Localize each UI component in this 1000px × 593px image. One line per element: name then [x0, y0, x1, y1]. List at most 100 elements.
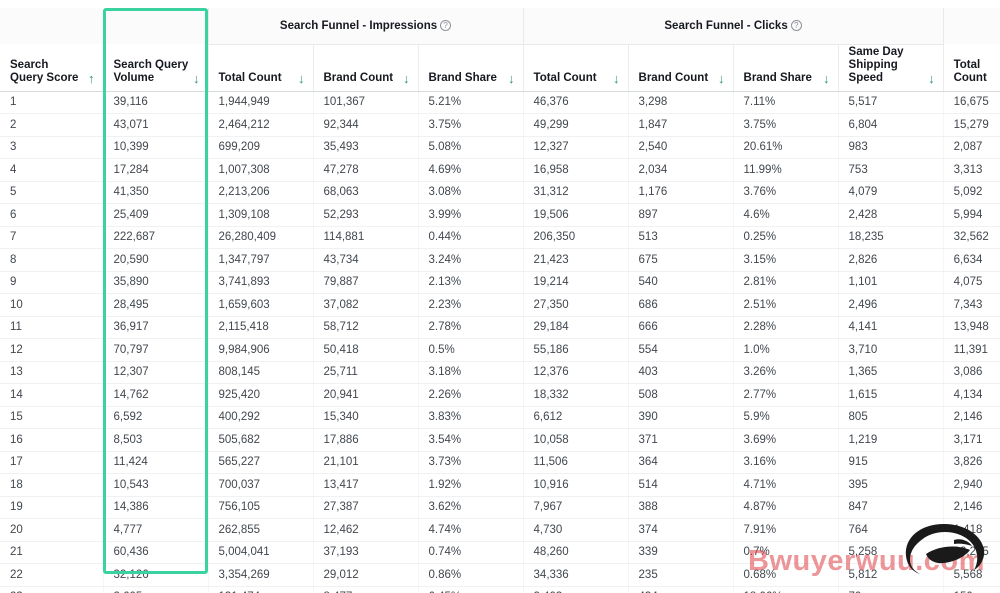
cell-r7-c2: 222,687 — [103, 226, 209, 249]
cell-r19-c2: 14,386 — [103, 496, 209, 519]
cell-r1-c1: 1 — [0, 91, 104, 114]
cell-r7-c1: 7 — [0, 226, 104, 249]
column-header-0[interactable]: Search Query Score ↑ — [0, 44, 104, 92]
cell-r4-c6: 16,958 — [523, 158, 629, 182]
table-row[interactable]: 11 36,917 2,115,418 58,712 2.78% 29,184 666 2.2… — [0, 316, 1000, 339]
cell-r1-c4: 101,367 — [313, 91, 419, 114]
table-row[interactable]: 19 14,386 756,105 27,387 3.62% 7,967 388 4.87% 8… — [0, 496, 1000, 519]
cell-r11-c10: 13,948 — [943, 316, 1000, 339]
arrow-down-icon[interactable]: ↓ — [508, 72, 515, 85]
arrow-down-icon[interactable]: ↓ — [823, 72, 830, 85]
arrow-down-icon[interactable]: ↓ — [613, 72, 620, 85]
cell-r21-c1: 21 — [0, 541, 104, 564]
table-row[interactable]: 22 32,126 3,354,269 29,012 0.86% 34,336 235 0.6… — [0, 563, 1000, 587]
cell-r7-c10: 32,562 — [943, 226, 1000, 249]
column-header-7[interactable]: Brand Share ↓ — [733, 44, 839, 92]
arrow-down-icon[interactable]: ↓ — [193, 72, 200, 85]
cell-r19-c6: 7,967 — [523, 496, 629, 519]
table-row[interactable]: 14 14,762 925,420 20,941 2.26% 18,332 508 2.77%… — [0, 383, 1000, 407]
cell-r15-c7: 390 — [628, 406, 734, 429]
table-row[interactable]: 7 222,687 26,280,409 114,881 0.44% 206,350 513… — [0, 226, 1000, 249]
cell-r2-c2: 43,071 — [103, 113, 209, 137]
help-circle-icon[interactable]: ? — [790, 19, 802, 31]
cell-r21-c8: 0.7% — [733, 541, 839, 564]
cell-r18-c7: 514 — [628, 473, 734, 497]
cell-r14-c9: 1,615 — [838, 383, 944, 407]
cell-r15-c10: 2,146 — [943, 406, 1000, 429]
table-row[interactable]: 4 17,284 1,007,308 47,278 4.69% 16,958 2,034 11… — [0, 158, 1000, 182]
table-row[interactable]: 3 10,399 699,209 35,493 5.08% 12,327 2,540 20.6… — [0, 136, 1000, 159]
column-header-label: Search Query Score — [10, 58, 79, 84]
group-header-label: Search Funnel - Clicks — [664, 19, 788, 32]
cell-r3-c4: 35,493 — [313, 136, 419, 159]
arrow-down-icon[interactable]: ↓ — [298, 72, 305, 85]
column-header-6[interactable]: Brand Count ↓ — [628, 44, 734, 92]
arrow-down-icon[interactable]: ↓ — [403, 72, 410, 85]
cell-r18-c1: 18 — [0, 473, 104, 497]
table-row[interactable]: 6 25,409 1,309,108 52,293 3.99% 19,506 897 4.6%… — [0, 203, 1000, 227]
cell-r18-c10: 2,940 — [943, 473, 1000, 497]
group-header-spacer — [0, 8, 209, 44]
cell-r13-c10: 3,086 — [943, 361, 1000, 384]
cell-r23-c1: 23 — [0, 586, 104, 593]
table-row[interactable]: 1 39,116 1,944,949 101,367 5.21% 46,376 3,298 7… — [0, 91, 1000, 114]
cell-r10-c6: 27,350 — [523, 293, 629, 317]
table-row[interactable]: 10 28,495 1,659,603 37,082 2.23% 27,350 686 2.5… — [0, 293, 1000, 317]
table-row[interactable]: 9 35,890 3,741,893 79,887 2.13% 19,214 540 2.81… — [0, 271, 1000, 294]
cell-r21-c6: 48,260 — [523, 541, 629, 564]
arrow-up-icon[interactable]: ↑ — [88, 72, 95, 85]
cell-r16-c2: 8,503 — [103, 428, 209, 452]
table-row[interactable]: 15 6,592 400,292 15,340 3.83% 6,612 390 5.9% 805… — [0, 406, 1000, 429]
table-row[interactable]: 232,605131,4748,4776.45%2,40343418.06%70… — [0, 586, 1000, 593]
cell-r20-c6: 4,730 — [523, 518, 629, 542]
table-row[interactable]: 18 10,543 700,037 13,417 1.92% 10,916 514 4.71%… — [0, 473, 1000, 497]
column-header-9[interactable]: Total Count — [943, 44, 1000, 92]
cell-r11-c2: 36,917 — [103, 316, 209, 339]
column-header-2[interactable]: Total Count ↓ — [208, 44, 314, 92]
cell-r4-c8: 11.99% — [733, 158, 839, 182]
cell-r12-c3: 9,984,906 — [208, 338, 314, 362]
table-row[interactable]: 13 12,307 808,145 25,711 3.18% 12,376 403 3.26%… — [0, 361, 1000, 384]
cell-r8-c5: 3.24% — [418, 248, 524, 272]
table-row[interactable]: 2 43,071 2,464,212 92,344 3.75% 49,299 1,847 3.… — [0, 113, 1000, 137]
cell-r14-c7: 508 — [628, 383, 734, 407]
column-header-8[interactable]: Same Day Shipping Speed ↓ — [838, 44, 944, 92]
cell-r13-c7: 403 — [628, 361, 734, 384]
cell-r23-c4: 8,477 — [313, 586, 419, 593]
cell-r21-c3: 5,004,041 — [208, 541, 314, 564]
cell-r19-c1: 19 — [0, 496, 104, 519]
column-header-5[interactable]: Total Count ↓ — [523, 44, 629, 92]
cell-r23-c2: 2,605 — [103, 586, 209, 593]
column-header-3[interactable]: Brand Count ↓ — [313, 44, 419, 92]
cell-r23-c9: 70 — [838, 586, 944, 593]
cell-r9-c10: 4,075 — [943, 271, 1000, 294]
cell-r9-c1: 9 — [0, 271, 104, 294]
cell-r18-c2: 10,543 — [103, 473, 209, 497]
help-circle-icon[interactable]: ? — [440, 19, 452, 31]
column-header-1[interactable]: Search Query Volume ↓ — [103, 44, 209, 92]
cell-r21-c7: 339 — [628, 541, 734, 564]
cell-r17-c9: 915 — [838, 451, 944, 474]
cell-r3-c3: 699,209 — [208, 136, 314, 159]
cell-r15-c1: 15 — [0, 406, 104, 429]
table-row[interactable]: 17 11,424 565,227 21,101 3.73% 11,506 364 3.16%… — [0, 451, 1000, 474]
cell-r6-c10: 5,994 — [943, 203, 1000, 227]
arrow-down-icon[interactable]: ↓ — [928, 72, 935, 85]
cell-r9-c9: 1,101 — [838, 271, 944, 294]
table-row[interactable]: 20 4,777 262,855 12,462 4.74% 4,730 374 7.91% 76… — [0, 518, 1000, 542]
cell-r23-c7: 434 — [628, 586, 734, 593]
cell-r16-c10: 3,171 — [943, 428, 1000, 452]
cell-r6-c7: 897 — [628, 203, 734, 227]
table-row[interactable]: 21 60,436 5,004,041 37,193 0.74% 48,260 339 0.7… — [0, 541, 1000, 564]
table-row[interactable]: 8 20,590 1,347,797 43,734 3.24% 21,423 675 3.15… — [0, 248, 1000, 272]
table-row[interactable]: 12 70,797 9,984,906 50,418 0.5% 55,186 554 1.0%… — [0, 338, 1000, 362]
table-row[interactable]: 16 8,503 505,682 17,886 3.54% 10,058 371 3.69% 1… — [0, 428, 1000, 452]
cell-r23-c3: 131,474 — [208, 586, 314, 593]
cell-r17-c5: 3.73% — [418, 451, 524, 474]
column-header-4[interactable]: Brand Share ↓ — [418, 44, 524, 92]
column-header-label: Brand Count — [323, 71, 394, 84]
table-row[interactable]: 5 41,350 2,213,206 68,063 3.08% 31,312 1,176 3.… — [0, 181, 1000, 204]
arrow-down-icon[interactable]: ↓ — [718, 72, 725, 85]
cell-r12-c4: 50,418 — [313, 338, 419, 362]
cell-r12-c7: 554 — [628, 338, 734, 362]
